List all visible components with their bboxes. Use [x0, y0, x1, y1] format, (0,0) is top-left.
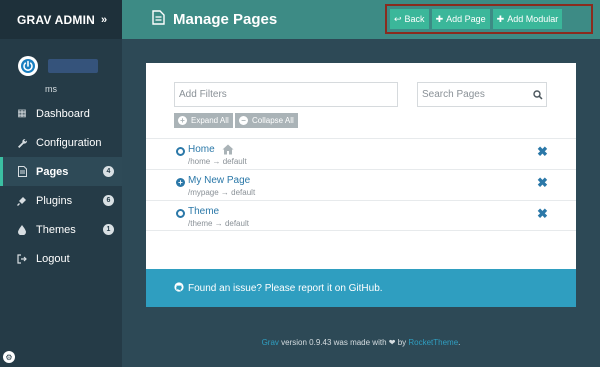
power-icon	[18, 56, 38, 76]
page-status-icon	[176, 147, 185, 156]
plus-icon: ✚	[496, 13, 505, 24]
sidebar-item-configuration[interactable]: Configuration	[0, 128, 122, 157]
home-icon	[222, 144, 234, 158]
plus-circle-icon: +	[178, 116, 187, 125]
page-title-link[interactable]: Theme	[188, 206, 219, 217]
expand-all-button[interactable]: + Expand All	[174, 113, 233, 128]
add-page-button[interactable]: ✚ Add Page	[431, 9, 490, 29]
plug-icon	[16, 196, 28, 206]
sidebar-item-pages[interactable]: Pages 4	[0, 157, 122, 186]
rockettheme-link[interactable]: RocketTheme	[408, 338, 458, 347]
delete-icon[interactable]: ✖	[537, 206, 548, 222]
credits-version: version 0.9.43 was made with	[278, 338, 389, 347]
collapse-all-button[interactable]: − Collapse All	[235, 113, 298, 128]
page-route: /mypage → default	[188, 188, 256, 197]
grid-icon: ▦	[17, 108, 27, 119]
page-title-link[interactable]: My New Page	[188, 175, 250, 186]
search-pages-input[interactable]	[418, 83, 530, 106]
header: Manage Pages ↩ Back ✚ Add Page ✚ Add Mod…	[122, 0, 600, 39]
page-row-home: Home /home → default ✖	[146, 138, 576, 169]
sidebar-item-label: Logout	[36, 252, 70, 265]
page-route: /theme → default	[188, 219, 249, 228]
settings-toggle-icon[interactable]: ⚙	[3, 351, 15, 363]
credits: Grav version 0.9.43 was made with ❤ by R…	[122, 338, 600, 347]
username: ms	[45, 84, 57, 94]
github-icon	[174, 281, 184, 295]
page-row-theme: Theme /theme → default ✖	[146, 200, 576, 231]
document-icon	[152, 10, 165, 29]
sidebar: GRAV ADMIN » ms ▦ Dashboard Configuratio…	[0, 0, 122, 367]
credits-end: .	[458, 338, 461, 347]
themes-count-badge: 1	[103, 224, 114, 235]
add-filters-input[interactable]	[174, 82, 398, 107]
sidebar-item-label: Dashboard	[36, 107, 90, 120]
sidebar-item-label: Plugins	[36, 194, 73, 207]
plugins-count-badge: 6	[103, 195, 114, 206]
sidebar-item-dashboard[interactable]: ▦ Dashboard	[0, 99, 122, 128]
page-row-mypage: + My New Page /mypage → default ✖	[146, 169, 576, 200]
back-button-label: Back	[404, 14, 425, 24]
user-panel: ms	[0, 39, 122, 99]
sidebar-item-label: Configuration	[36, 136, 102, 149]
avatar	[48, 59, 98, 73]
collapse-chevron-icon[interactable]: »	[101, 14, 107, 26]
collapse-all-label: Collapse All	[252, 116, 294, 125]
credits-by: by	[395, 338, 409, 347]
sidebar-item-themes[interactable]: Themes 1	[0, 215, 122, 244]
page-route: /home → default	[188, 157, 247, 166]
page-status-icon	[176, 209, 185, 218]
wrench-icon	[16, 138, 28, 148]
sidebar-item-logout[interactable]: Logout	[0, 244, 122, 273]
minus-circle-icon: −	[239, 116, 248, 125]
add-modular-button[interactable]: ✚ Add Modular	[492, 9, 563, 29]
page-title-link[interactable]: Home	[188, 144, 215, 155]
back-button[interactable]: ↩ Back	[390, 9, 429, 29]
page-title-text: Manage Pages	[173, 11, 278, 28]
add-page-label: Add Page	[446, 14, 486, 24]
search-icon[interactable]	[530, 89, 546, 100]
sidebar-item-label: Themes	[36, 223, 76, 236]
delete-icon[interactable]: ✖	[537, 144, 548, 160]
search-box	[417, 82, 547, 107]
sidebar-item-label: Pages	[36, 165, 69, 178]
expand-all-label: Expand All	[191, 116, 229, 125]
report-issue-bar[interactable]: Found an issue? Please report it on GitH…	[146, 269, 576, 307]
pages-card: + Expand All − Collapse All Home /home →…	[146, 63, 576, 269]
back-arrow-icon: ↩	[394, 13, 402, 24]
drop-icon	[16, 224, 28, 235]
page-title: Manage Pages	[152, 10, 277, 29]
expand-children-icon[interactable]: +	[176, 178, 185, 187]
header-actions: ↩ Back ✚ Add Page ✚ Add Modular	[385, 4, 593, 34]
plus-icon: ✚	[435, 13, 444, 24]
issue-text: Found an issue? Please report it on GitH…	[188, 282, 383, 294]
delete-icon[interactable]: ✖	[537, 175, 548, 191]
file-icon	[16, 166, 28, 177]
add-modular-label: Add Modular	[507, 14, 559, 24]
brand-label: GRAV ADMIN	[17, 12, 95, 27]
grav-link[interactable]: Grav	[262, 338, 279, 347]
sidebar-item-plugins[interactable]: Plugins 6	[0, 186, 122, 215]
brand[interactable]: GRAV ADMIN »	[0, 0, 122, 39]
logout-icon	[16, 253, 28, 264]
pages-count-badge: 4	[103, 166, 114, 177]
